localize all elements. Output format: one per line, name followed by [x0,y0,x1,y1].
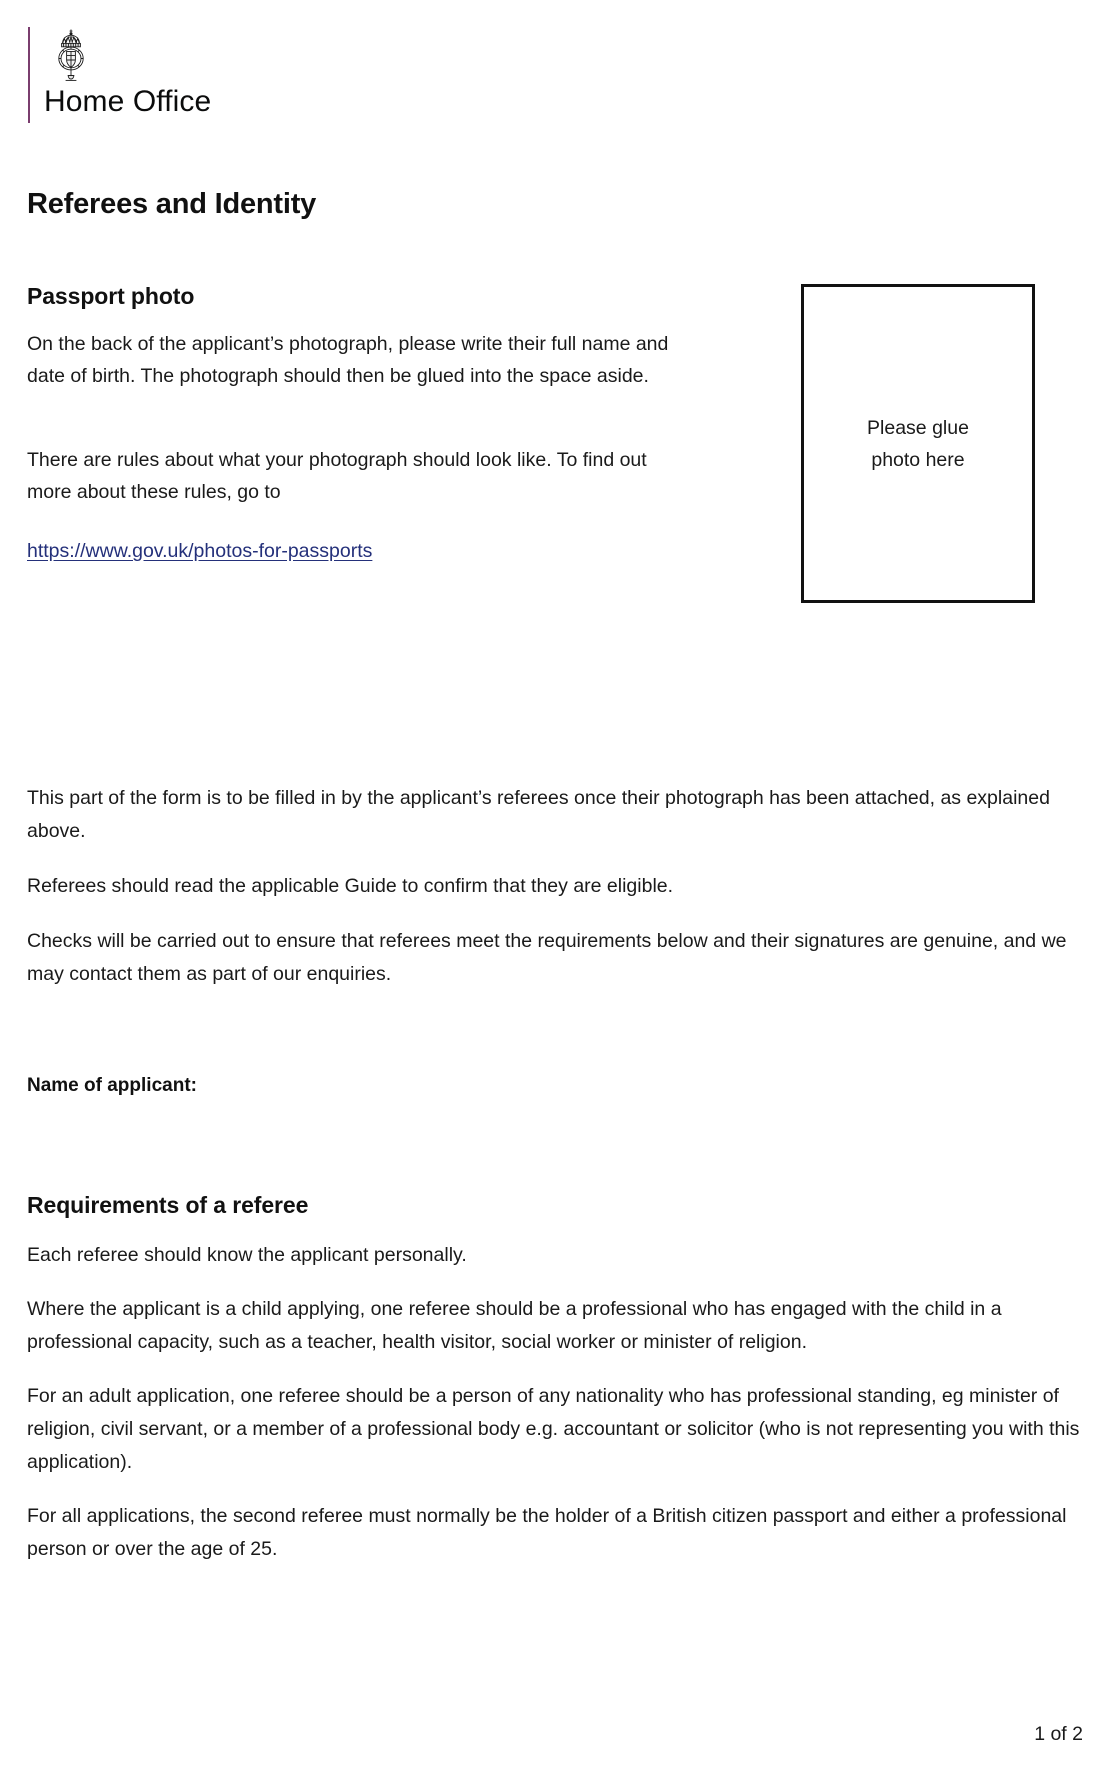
home-office-brand-name: Home Office [44,85,212,118]
passport-photo-paragraph-2: There are rules about what your photogra… [27,449,647,503]
requirements-paragraph-3: For an adult application, one referee sh… [27,1385,1080,1473]
royal-crest-icon [58,29,84,81]
photo-glue-box-label-line-1: Please glue [867,416,969,439]
requirements-section: Requirements of a referee Each referee s… [27,1192,1085,1566]
requirements-paragraph-1: Each referee should know the applicant p… [27,1244,467,1266]
photo-glue-box-label: Please glue photo here [867,412,969,476]
passport-photo-instructions: Passport photo On the back of the applic… [27,283,672,566]
intro-paragraph-3: Checks will be carried out to ensure tha… [27,930,1067,985]
photos-for-passports-link[interactable]: https://www.gov.uk/photos-for-passports [27,536,372,566]
applicant-name-label: Name of applicant: [27,1075,197,1096]
document-page: Home Office Referees and Identity Passpo… [0,0,1113,1772]
page-title: Referees and Identity [27,188,317,220]
brand-block: Home Office [44,27,211,123]
passport-photo-paragraph-1: On the back of the applicant’s photograp… [27,333,669,387]
home-office-masthead: Home Office [28,27,211,123]
referee-intro-section: This part of the form is to be filled in… [27,782,1085,991]
intro-paragraph-1: This part of the form is to be filled in… [27,787,1050,842]
intro-paragraph-2: Referees should read the applicable Guid… [27,875,674,897]
photo-glue-box-label-line-2: photo here [871,448,965,471]
passport-photo-section: Passport photo On the back of the applic… [27,283,1082,603]
brand-accent-rule [28,27,30,123]
requirements-heading: Requirements of a referee [27,1192,309,1218]
page-number: 1 of 2 [1034,1723,1083,1745]
passport-photo-heading: Passport photo [27,283,195,309]
photo-glue-box: Please glue photo here [801,284,1035,603]
requirements-paragraph-4: For all applications, the second referee… [27,1505,1067,1560]
requirements-paragraph-2: Where the applicant is a child applying,… [27,1298,1002,1353]
